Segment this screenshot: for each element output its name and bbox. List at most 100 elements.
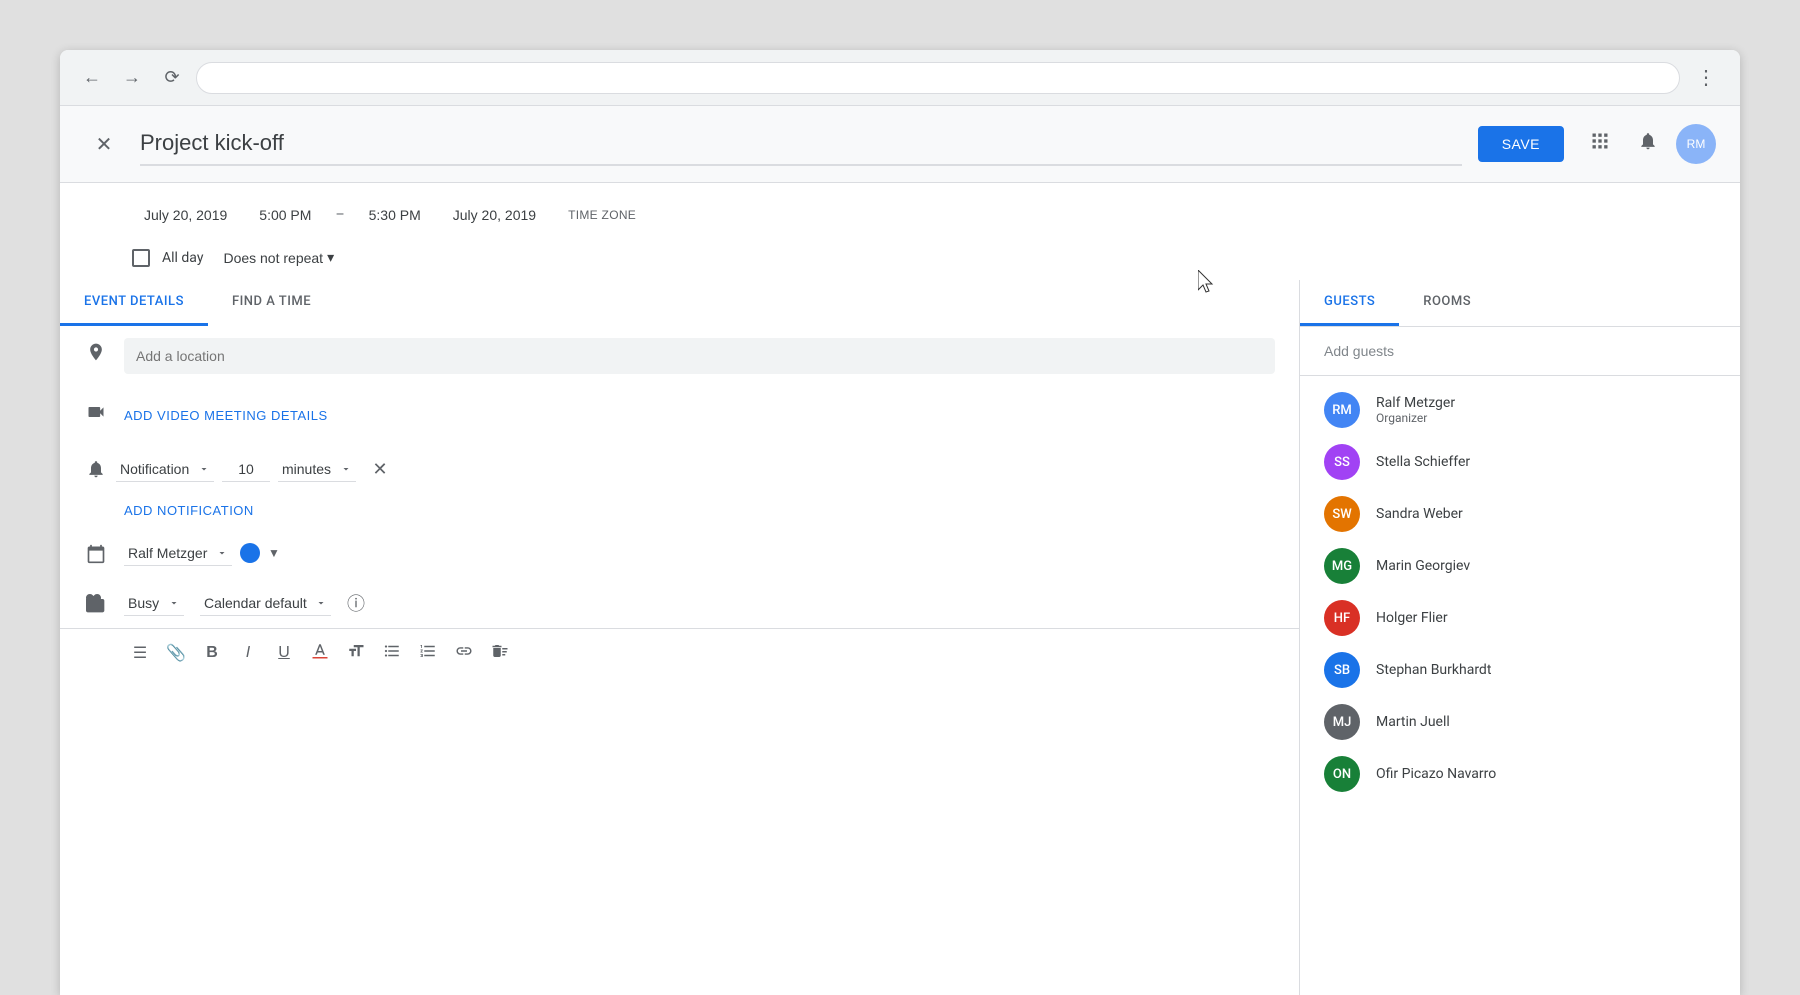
guest-name: Stella Schieffer bbox=[1376, 454, 1716, 470]
video-icon bbox=[84, 400, 108, 424]
notification-unit-select[interactable]: minutes hours days weeks bbox=[278, 457, 356, 482]
right-tabs: GUESTS ROOMS bbox=[1300, 280, 1740, 327]
avatar: HF bbox=[1324, 600, 1360, 636]
repeat-arrow-icon: ▾ bbox=[327, 249, 334, 266]
notifications-icon bbox=[1638, 131, 1658, 157]
underline-button[interactable]: U bbox=[268, 637, 300, 669]
tab-rooms[interactable]: ROOMS bbox=[1399, 280, 1495, 326]
italic-icon: I bbox=[246, 644, 250, 662]
avatar: SB bbox=[1324, 652, 1360, 688]
list-item: HF Holger Flier bbox=[1300, 592, 1740, 644]
location-input[interactable] bbox=[124, 338, 1275, 374]
guest-info: Holger Flier bbox=[1376, 610, 1716, 626]
timezone-button[interactable]: TIME ZONE bbox=[556, 200, 648, 230]
repeat-label: Does not repeat bbox=[223, 250, 323, 266]
video-meeting-row: ADD VIDEO MEETING DETAILS bbox=[60, 386, 1299, 445]
notification-icon bbox=[84, 457, 108, 481]
ordered-list-button[interactable] bbox=[412, 637, 444, 669]
tab-event-details[interactable]: EVENT DETAILS bbox=[60, 280, 208, 326]
avatar: SW bbox=[1324, 496, 1360, 532]
status-icon bbox=[84, 592, 108, 616]
address-bar[interactable] bbox=[196, 62, 1680, 94]
calendar-color-dot[interactable] bbox=[240, 543, 260, 563]
allday-checkbox[interactable] bbox=[132, 249, 150, 267]
remove-format-button[interactable] bbox=[484, 637, 516, 669]
guest-info: Stella Schieffer bbox=[1376, 454, 1716, 470]
attach-icon: 📎 bbox=[166, 643, 186, 663]
calendar-select-wrapper: Ralf Metzger ▼ bbox=[124, 541, 280, 566]
guest-name: Ralf Metzger bbox=[1376, 395, 1716, 411]
list-item: RM Ralf Metzger Organizer bbox=[1300, 384, 1740, 436]
guest-name: Martin Juell bbox=[1376, 714, 1716, 730]
status-select[interactable]: Busy Free bbox=[124, 591, 184, 616]
notification-value-input[interactable] bbox=[222, 457, 270, 482]
bold-icon: B bbox=[206, 644, 218, 662]
avatar-initials: RM bbox=[1687, 137, 1706, 151]
guest-name: Stephan Burkhardt bbox=[1376, 662, 1716, 678]
close-button[interactable]: ✕ bbox=[84, 124, 124, 164]
guest-info: Stephan Burkhardt bbox=[1376, 662, 1716, 678]
calendar-owner-select[interactable]: Ralf Metzger bbox=[124, 541, 232, 566]
editor-toolbar: ☰ 📎 B I U bbox=[60, 628, 1299, 677]
bold-button[interactable]: B bbox=[196, 637, 228, 669]
guest-info: Marin Georgiev bbox=[1376, 558, 1716, 574]
forward-button[interactable]: → bbox=[116, 62, 148, 94]
start-date-button[interactable]: July 20, 2019 bbox=[132, 199, 239, 231]
apps-button[interactable] bbox=[1580, 124, 1620, 164]
ordered-list-icon bbox=[419, 642, 437, 665]
italic-button[interactable]: I bbox=[232, 637, 264, 669]
close-icon: ✕ bbox=[96, 132, 113, 157]
avatar: ON bbox=[1324, 756, 1360, 792]
user-avatar[interactable]: RM bbox=[1676, 124, 1716, 164]
list-item: MG Marin Georgiev bbox=[1300, 540, 1740, 592]
link-button[interactable] bbox=[448, 637, 480, 669]
unordered-list-icon bbox=[383, 642, 401, 665]
video-meeting-button[interactable]: ADD VIDEO MEETING DETAILS bbox=[124, 398, 328, 433]
list-item: SB Stephan Burkhardt bbox=[1300, 644, 1740, 696]
tab-guests[interactable]: GUESTS bbox=[1300, 280, 1399, 326]
notification-type-select[interactable]: Notification bbox=[116, 457, 214, 482]
time-separator: – bbox=[331, 207, 348, 223]
start-time-button[interactable]: 5:00 PM bbox=[247, 199, 323, 231]
unordered-list-button[interactable] bbox=[376, 637, 408, 669]
save-button[interactable]: SAVE bbox=[1478, 126, 1564, 162]
refresh-button[interactable]: ⟳ bbox=[156, 62, 188, 94]
guest-info: Ofir Picazo Navarro bbox=[1376, 766, 1716, 782]
guest-list: RM Ralf Metzger Organizer SS Stella Schi… bbox=[1300, 376, 1740, 808]
description-icon-button[interactable]: ☰ bbox=[124, 637, 156, 669]
visibility-select[interactable]: Calendar default Public Private bbox=[200, 591, 331, 616]
font-color-button[interactable] bbox=[304, 637, 336, 669]
guest-name: Holger Flier bbox=[1376, 610, 1716, 626]
end-date-button[interactable]: July 20, 2019 bbox=[441, 199, 548, 231]
description-icon: ☰ bbox=[133, 643, 147, 663]
calendar-row: Ralf Metzger ▼ bbox=[60, 528, 1299, 578]
event-title-input[interactable] bbox=[140, 122, 1462, 166]
guest-name: Marin Georgiev bbox=[1376, 558, 1716, 574]
add-notification-button[interactable]: ADD NOTIFICATION bbox=[60, 493, 278, 528]
font-size-button[interactable] bbox=[340, 637, 372, 669]
end-time-button[interactable]: 5:30 PM bbox=[357, 199, 433, 231]
status-row: Busy Free Calendar default Public Privat… bbox=[60, 578, 1299, 628]
location-row bbox=[60, 326, 1299, 386]
guest-name: Ofir Picazo Navarro bbox=[1376, 766, 1716, 782]
repeat-button[interactable]: Does not repeat ▾ bbox=[215, 243, 342, 272]
calendar-color-arrow[interactable]: ▼ bbox=[268, 546, 280, 560]
avatar: MJ bbox=[1324, 704, 1360, 740]
attach-button[interactable]: 📎 bbox=[160, 637, 192, 669]
apps-icon bbox=[1590, 131, 1610, 157]
font-size-icon bbox=[347, 642, 365, 665]
add-guests-input[interactable] bbox=[1300, 327, 1740, 376]
guest-role: Organizer bbox=[1376, 411, 1716, 425]
notification-remove-button[interactable]: ✕ bbox=[364, 453, 396, 485]
back-button[interactable]: ← bbox=[76, 62, 108, 94]
help-icon[interactable]: ⓘ bbox=[347, 590, 365, 616]
browser-menu-button[interactable]: ⋮ bbox=[1688, 61, 1724, 94]
list-item: MJ Martin Juell bbox=[1300, 696, 1740, 748]
notifications-button[interactable] bbox=[1628, 124, 1668, 164]
guest-name: Sandra Weber bbox=[1376, 506, 1716, 522]
remove-format-icon bbox=[491, 642, 509, 665]
location-icon bbox=[84, 340, 108, 364]
tab-find-a-time[interactable]: FIND A TIME bbox=[208, 280, 335, 326]
guest-info: Sandra Weber bbox=[1376, 506, 1716, 522]
remove-icon: ✕ bbox=[372, 459, 387, 480]
